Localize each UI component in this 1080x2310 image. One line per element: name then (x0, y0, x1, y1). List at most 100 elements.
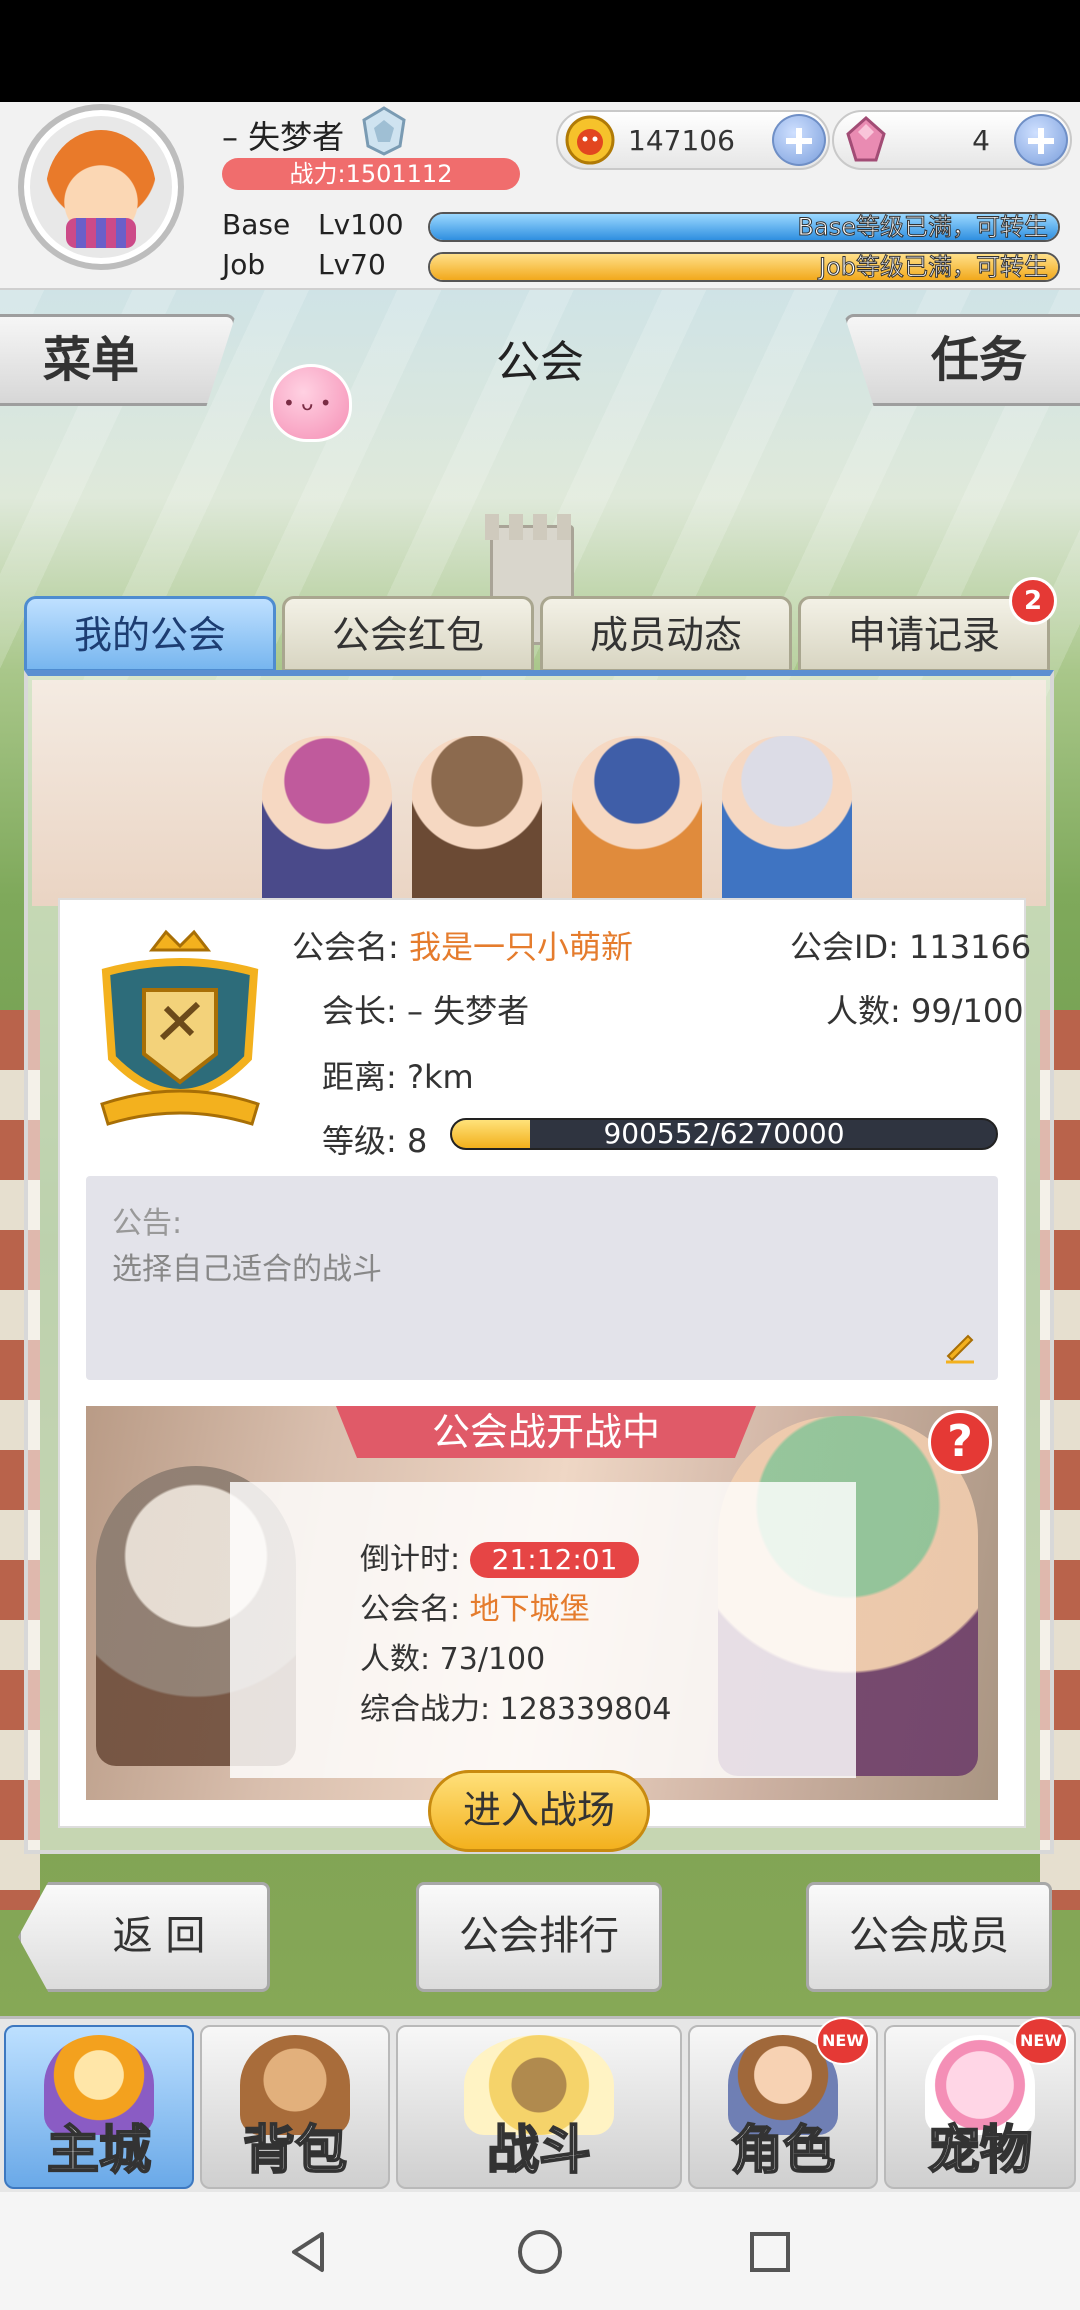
opponent-power-label: 综合战力: (360, 1692, 491, 1727)
base-exp-bar: Base等级已满，可转生 (428, 212, 1060, 242)
new-badge: NEW (1014, 2017, 1068, 2065)
guild-panel: 公会名: 我是一只小萌新 公会ID: 113166 会长: – 失梦者 人数: … (24, 670, 1054, 1854)
opponent-power: 128339804 (499, 1692, 672, 1727)
guild-distance-label: 距离: (322, 1058, 397, 1096)
nav-backpack[interactable]: 背包 (200, 2025, 390, 2189)
nav-character-label: 角色 (730, 2120, 836, 2182)
notice-text: 选择自己适合的战斗 (112, 1252, 382, 1287)
nav-pet[interactable]: 宠物 NEW (884, 2017, 1076, 2189)
base-exp-status: Base等级已满，可转生 (797, 213, 1048, 241)
job-exp-bar: Job等级已满，可转生 (428, 252, 1060, 282)
new-badge: NEW (816, 2017, 870, 2065)
tab-my-guild[interactable]: 我的公会 (24, 596, 276, 672)
notification-badge: 2 (1009, 577, 1057, 625)
banner-hero-2 (412, 736, 542, 906)
rank-emblem-icon (362, 106, 406, 156)
guild-id-row: 公会ID: 113166 (790, 922, 1031, 968)
guild-leader-label: 会长: (322, 992, 397, 1030)
guild-distance: ?km (406, 1058, 474, 1096)
opponent-members-row: 人数: 73/100 (360, 1634, 545, 1678)
guild-crest-icon (100, 929, 260, 1126)
guild-distance-row: 距离: ?km (322, 1052, 474, 1098)
guild-level-label: 等级: (322, 1122, 397, 1160)
guild-name-row: 公会名: 我是一只小萌新 (292, 922, 633, 968)
status-bar (0, 0, 1080, 102)
tab-application-records[interactable]: 申请记录 2 (798, 577, 1057, 672)
opponent-members-label: 人数: (360, 1642, 431, 1677)
nav-character[interactable]: 角色 NEW (688, 2017, 878, 2189)
guild-name: 我是一只小萌新 (408, 928, 633, 966)
guild-level: 8 (406, 1122, 428, 1160)
guild-members-button[interactable]: 公会成员 (806, 1882, 1052, 1992)
nav-battle-label: 战斗 (486, 2120, 592, 2182)
job-label: Job (222, 248, 266, 281)
nav-battle[interactable]: 战斗 (396, 2025, 682, 2189)
task-button[interactable]: 任务 (844, 314, 1080, 406)
job-exp-status: Job等级已满，可转生 (819, 253, 1049, 281)
opponent-members: 73/100 (439, 1642, 546, 1677)
gem-amount: 4 (972, 124, 990, 157)
tab-guild-red-packet[interactable]: 公会红包 (282, 596, 534, 672)
back-triangle-icon[interactable] (284, 2228, 332, 2276)
war-info-box: 倒计时: 21:12:01 公会名: 地下城堡 人数: 73/100 综合战力:… (230, 1482, 856, 1778)
player-name: – 失梦者 (222, 118, 345, 156)
poring-mascot-icon[interactable] (270, 364, 352, 442)
add-gem-button[interactable] (1014, 114, 1068, 166)
job-level: Lv70 (318, 248, 386, 281)
system-navigation-bar (0, 2192, 1080, 2310)
guild-banner-art (32, 680, 1046, 906)
guild-war-title: 公会战开战中 (336, 1406, 756, 1458)
opponent-guild-row: 公会名: 地下城堡 (360, 1584, 590, 1628)
base-label: Base (222, 208, 291, 241)
guild-leader-row: 会长: – 失梦者 (322, 986, 529, 1032)
avatar[interactable] (18, 104, 184, 270)
gold-currency: 147106 (556, 110, 830, 170)
nav-main-city[interactable]: 主城 (4, 2025, 194, 2189)
gem-icon (846, 115, 886, 162)
guild-notice: 公告: 选择自己适合的战斗 (86, 1176, 998, 1380)
recents-square-icon[interactable] (746, 2228, 794, 2276)
player-header: – 失梦者 战力:1501112 147106 4 Base Lv100 Bas… (0, 102, 1080, 290)
countdown-timer: 21:12:01 (469, 1542, 640, 1578)
edit-pencil-icon[interactable] (940, 1326, 980, 1366)
guild-exp-bar: 900552/6270000 (450, 1118, 998, 1150)
combat-power: 战力:1501112 (222, 158, 520, 190)
guild-members: 99/100 (910, 992, 1024, 1030)
guild-id-label: 公会ID: (790, 928, 899, 966)
tab-application-records-label: 申请记录 (847, 613, 1000, 657)
guild-id: 113166 (909, 928, 1032, 966)
guild-ranking-button[interactable]: 公会排行 (416, 1882, 662, 1992)
nav-main-city-label: 主城 (46, 2120, 152, 2182)
banner-hero-1 (262, 736, 392, 906)
gold-coin-icon (565, 115, 615, 165)
guild-info-card: 公会名: 我是一只小萌新 公会ID: 113166 会长: – 失梦者 人数: … (58, 898, 1031, 1828)
gem-currency: 4 (832, 110, 1072, 170)
nav-pet-label: 宠物 (927, 2120, 1033, 2182)
base-level: Lv100 (318, 208, 404, 241)
opponent-guild-name: 地下城堡 (469, 1592, 590, 1627)
guild-level-row: 等级: 8 (322, 1116, 427, 1162)
guild-war-section: 公会战开战中 ? 倒计时: 21:12:01 公会名: 地下城堡 人数: 73/… (86, 1406, 998, 1800)
tab-member-activity[interactable]: 成员动态 (540, 596, 792, 672)
enter-battlefield-button[interactable]: 进入战场 (428, 1770, 650, 1852)
banner-hero-4 (722, 736, 852, 906)
guild-members-label: 人数: (826, 992, 901, 1030)
nav-backpack-label: 背包 (242, 2120, 348, 2182)
opponent-power-row: 综合战力: 128339804 (360, 1684, 671, 1728)
help-icon[interactable]: ? (928, 1410, 992, 1474)
opponent-guild-label: 公会名: (360, 1592, 461, 1627)
banner-hero-3 (572, 736, 702, 906)
guild-exp-text: 900552/6270000 (603, 1118, 845, 1150)
bottom-nav: 主城 背包 战斗 角色 NEW 宠物 NEW (0, 2016, 1080, 2192)
guild-leader: – 失梦者 (406, 992, 530, 1030)
guild-tabs: 我的公会 公会红包 成员动态 申请记录 2 (24, 577, 1057, 672)
add-gold-button[interactable] (772, 114, 826, 166)
countdown-row: 倒计时: 21:12:01 (360, 1534, 640, 1578)
back-button[interactable]: 返 回 (18, 1882, 270, 1992)
notice-label: 公告: (112, 1206, 183, 1241)
countdown-label: 倒计时: (360, 1542, 461, 1577)
home-circle-icon[interactable] (516, 2228, 564, 2276)
guild-members-row: 人数: 99/100 (826, 986, 1024, 1032)
guild-name-label: 公会名: (292, 928, 399, 966)
avatar-portrait (46, 130, 156, 250)
